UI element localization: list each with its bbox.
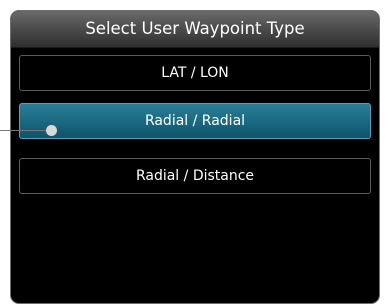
- callout-line: [0, 130, 52, 131]
- option-lat-lon[interactable]: LAT / LON: [19, 55, 371, 91]
- option-radial-distance[interactable]: Radial / Distance: [19, 158, 371, 194]
- dialog-title: Select User Waypoint Type: [11, 11, 379, 48]
- callout-dot-icon: [46, 125, 57, 136]
- option-radial-radial[interactable]: Radial / Radial: [19, 103, 371, 139]
- waypoint-type-dialog: Select User Waypoint Type LAT / LON Radi…: [10, 10, 380, 304]
